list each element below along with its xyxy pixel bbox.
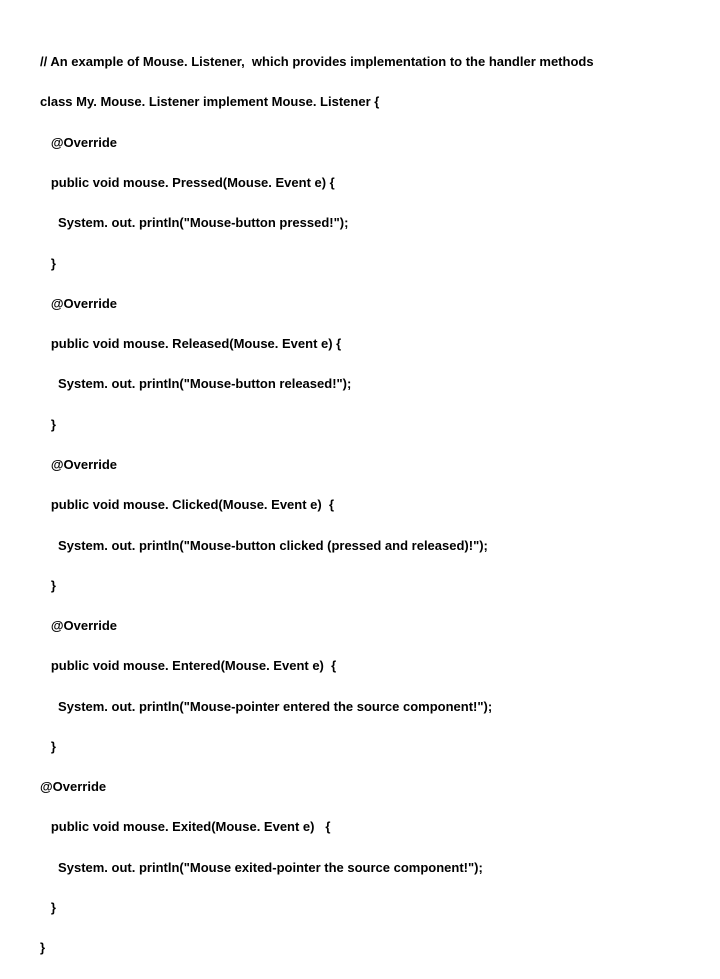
code-line: }: [40, 254, 720, 274]
code-line: class My. Mouse. Listener implement Mous…: [40, 92, 720, 112]
code-line: System. out. println("Mouse-button relea…: [40, 374, 720, 394]
code-block: // An example of Mouse. Listener, which …: [0, 0, 720, 979]
code-line: }: [40, 415, 720, 435]
code-line: @Override: [40, 455, 720, 475]
code-line: // An example of Mouse. Listener, which …: [40, 52, 720, 72]
code-line: }: [40, 737, 720, 757]
code-line: @Override: [40, 294, 720, 314]
code-line: public void mouse. Exited(Mouse. Event e…: [40, 817, 720, 837]
code-line: System. out. println("Mouse exited-point…: [40, 858, 720, 878]
code-line: public void mouse. Entered(Mouse. Event …: [40, 656, 720, 676]
code-line: public void mouse. Pressed(Mouse. Event …: [40, 173, 720, 193]
code-line: @Override: [40, 616, 720, 636]
code-line: @Override: [40, 133, 720, 153]
code-line: }: [40, 898, 720, 918]
code-line: public void mouse. Released(Mouse. Event…: [40, 334, 720, 354]
code-line: @Override: [40, 777, 720, 797]
code-line: }: [40, 938, 720, 958]
code-line: public void mouse. Clicked(Mouse. Event …: [40, 495, 720, 515]
code-line: System. out. println("Mouse-button press…: [40, 213, 720, 233]
code-line: System. out. println("Mouse-pointer ente…: [40, 697, 720, 717]
code-line: }: [40, 576, 720, 596]
code-line: System. out. println("Mouse-button click…: [40, 536, 720, 556]
